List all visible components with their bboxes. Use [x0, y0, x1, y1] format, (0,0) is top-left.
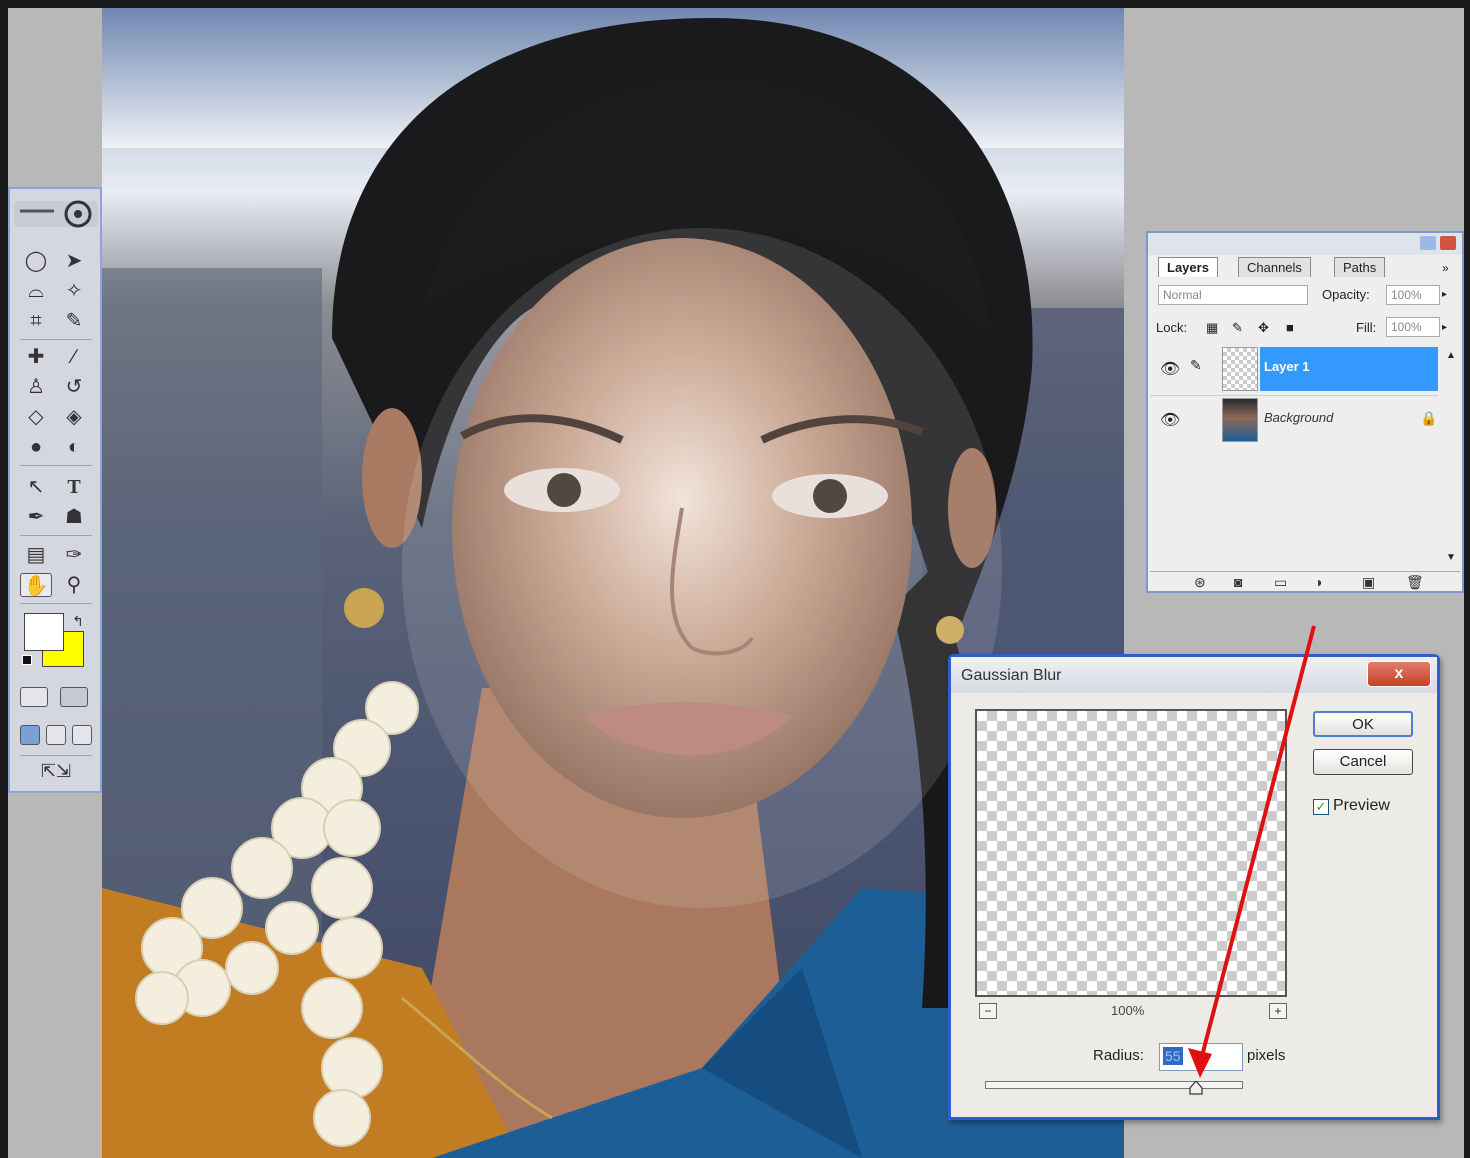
close-button[interactable]: x: [1367, 661, 1431, 687]
screen-frame-right: [1464, 0, 1470, 1158]
eyedropper-icon[interactable]: ✑: [58, 543, 90, 567]
shape-icon[interactable]: ☗: [58, 505, 90, 529]
path-select-icon[interactable]: ↖: [20, 475, 52, 499]
layers-panel: Layers Channels Paths » Normal Opacity: …: [1146, 231, 1464, 593]
panel-menu-icon[interactable]: »: [1442, 259, 1449, 277]
marquee-icon[interactable]: ◯: [20, 249, 52, 273]
cancel-button[interactable]: Cancel: [1313, 749, 1413, 775]
crop-icon[interactable]: ⌗: [20, 309, 52, 333]
opacity-slider-arrow-icon[interactable]: ▸: [1442, 286, 1447, 304]
tab-channels[interactable]: Channels: [1238, 257, 1311, 277]
pen-icon[interactable]: ✒: [20, 505, 52, 529]
layer-style-icon[interactable]: ⊛: [1194, 574, 1206, 591]
new-layer-icon[interactable]: ▣: [1362, 574, 1375, 591]
standard-mode-button[interactable]: [20, 687, 48, 707]
visibility-eye-icon[interactable]: 👁: [1160, 410, 1180, 430]
lock-position-icon[interactable]: ✥: [1258, 319, 1269, 337]
healing-brush-icon[interactable]: ✚: [20, 345, 52, 369]
tools-palette: ◯ ➤ ⌓ ✧ ⌗ ✎ ✚ ∕ ♙ ↺ ◇ ◈ ● ◐ ↖ T ✒ ☗ ▤ ✑ …: [8, 187, 102, 793]
fill-slider-arrow-icon[interactable]: ▸: [1442, 319, 1447, 337]
lock-image-icon[interactable]: ✎: [1232, 319, 1243, 337]
dialog-titlebar: Gaussian Blur: [951, 657, 1437, 693]
lock-all-icon[interactable]: ■: [1286, 319, 1294, 337]
brush-link-icon[interactable]: ✎: [1190, 357, 1202, 374]
default-colors-icon[interactable]: [22, 655, 32, 665]
radius-slider-track[interactable]: [985, 1081, 1243, 1089]
visibility-eye-icon[interactable]: 👁: [1160, 359, 1180, 379]
opacity-label: Opacity:: [1322, 287, 1370, 302]
tool-separator: [20, 535, 92, 536]
scroll-up-arrow-icon[interactable]: ▲: [1446, 347, 1456, 365]
layer-row-background[interactable]: 👁 Background 🔒: [1150, 395, 1438, 443]
layer-row-layer-1[interactable]: 👁 ✎ Layer 1: [1150, 345, 1438, 393]
radius-input[interactable]: 55: [1159, 1043, 1243, 1071]
scroll-down-arrow-icon[interactable]: ▼: [1446, 549, 1456, 567]
close-icon[interactable]: [1440, 236, 1456, 250]
dialog-title: Gaussian Blur: [961, 667, 1062, 684]
swap-colors-icon[interactable]: ↰: [68, 609, 88, 633]
layers-panel-titlebar: [1148, 233, 1462, 255]
layer-name: Background: [1264, 410, 1334, 425]
brush-icon[interactable]: ∕: [58, 345, 90, 369]
move-icon[interactable]: ➤: [58, 249, 90, 273]
layer-mask-icon[interactable]: ◙: [1234, 574, 1242, 590]
zoom-level: 100%: [1111, 1003, 1145, 1018]
lock-transparency-icon[interactable]: ▦: [1206, 319, 1218, 337]
tool-separator: [20, 339, 92, 340]
zoom-icon[interactable]: ⚲: [58, 573, 90, 597]
opacity-field[interactable]: 100%: [1386, 285, 1440, 305]
tool-separator: [20, 465, 92, 466]
clone-stamp-icon[interactable]: ♙: [20, 375, 52, 399]
trash-icon[interactable]: 🗑: [1406, 574, 1424, 591]
lasso-icon[interactable]: ⌓: [20, 279, 52, 303]
slice-icon[interactable]: ✎: [58, 309, 90, 333]
screen-mode-full-button[interactable]: [72, 725, 92, 745]
screen-frame-top: [0, 0, 1470, 8]
foreground-color-swatch[interactable]: [24, 613, 64, 651]
hand-icon[interactable]: ✋: [20, 573, 52, 597]
radius-label: Radius:: [1093, 1047, 1144, 1064]
radius-unit-label: pixels: [1247, 1047, 1286, 1064]
fill-label: Fill:: [1356, 320, 1377, 335]
jump-to-imageready-icon[interactable]: ⇱⇲: [20, 759, 92, 783]
layer-thumbnail: [1222, 347, 1258, 391]
tool-separator: [20, 603, 92, 604]
blend-mode-select[interactable]: Normal: [1158, 285, 1308, 305]
zoom-out-button[interactable]: −: [979, 1003, 997, 1019]
layer-thumbnail: [1222, 398, 1258, 442]
ok-button[interactable]: OK: [1313, 711, 1413, 737]
preview-label: Preview: [1333, 797, 1390, 814]
paint-bucket-icon[interactable]: ◈: [58, 405, 90, 429]
type-icon[interactable]: T: [58, 475, 90, 499]
layers-panel-footer: ⊛ ◙ ▭ ◑ ▣ 🗑: [1150, 571, 1460, 591]
screen-mode-standard-button[interactable]: [20, 725, 40, 745]
tool-separator: [20, 755, 92, 756]
adjustment-layer-icon[interactable]: ◑: [1314, 574, 1322, 590]
tab-paths[interactable]: Paths: [1334, 257, 1386, 277]
history-brush-icon[interactable]: ↺: [58, 375, 90, 399]
notes-icon[interactable]: ▤: [20, 543, 52, 567]
layer-lock-icon: 🔒: [1420, 410, 1438, 426]
fill-field[interactable]: 100%: [1386, 317, 1440, 337]
preview-checkbox[interactable]: ✓: [1313, 799, 1329, 815]
eraser-icon[interactable]: ◇: [20, 405, 52, 429]
magic-wand-icon[interactable]: ✧: [58, 279, 90, 303]
zoom-in-button[interactable]: +: [1269, 1003, 1287, 1019]
lock-label: Lock:: [1156, 320, 1188, 335]
gaussian-blur-dialog: Gaussian Blur x − 100% + OK Cancel ✓ Pre…: [948, 654, 1440, 1120]
dodge-icon[interactable]: ◐: [58, 435, 90, 459]
tab-layers[interactable]: Layers: [1158, 257, 1218, 277]
quick-mask-button[interactable]: [60, 687, 88, 707]
minimize-icon[interactable]: [1420, 236, 1436, 250]
blur-preview-area[interactable]: [975, 709, 1287, 997]
layer-name: Layer 1: [1264, 359, 1310, 374]
screen-mode-menu-button[interactable]: [46, 725, 66, 745]
palette-logo-icon: [14, 200, 98, 228]
screen-frame-left: [0, 0, 8, 1158]
blur-icon[interactable]: ●: [20, 435, 52, 459]
radius-slider-thumb[interactable]: [1189, 1081, 1203, 1095]
radius-value: 55: [1163, 1047, 1183, 1065]
new-group-icon[interactable]: ▭: [1274, 574, 1287, 591]
